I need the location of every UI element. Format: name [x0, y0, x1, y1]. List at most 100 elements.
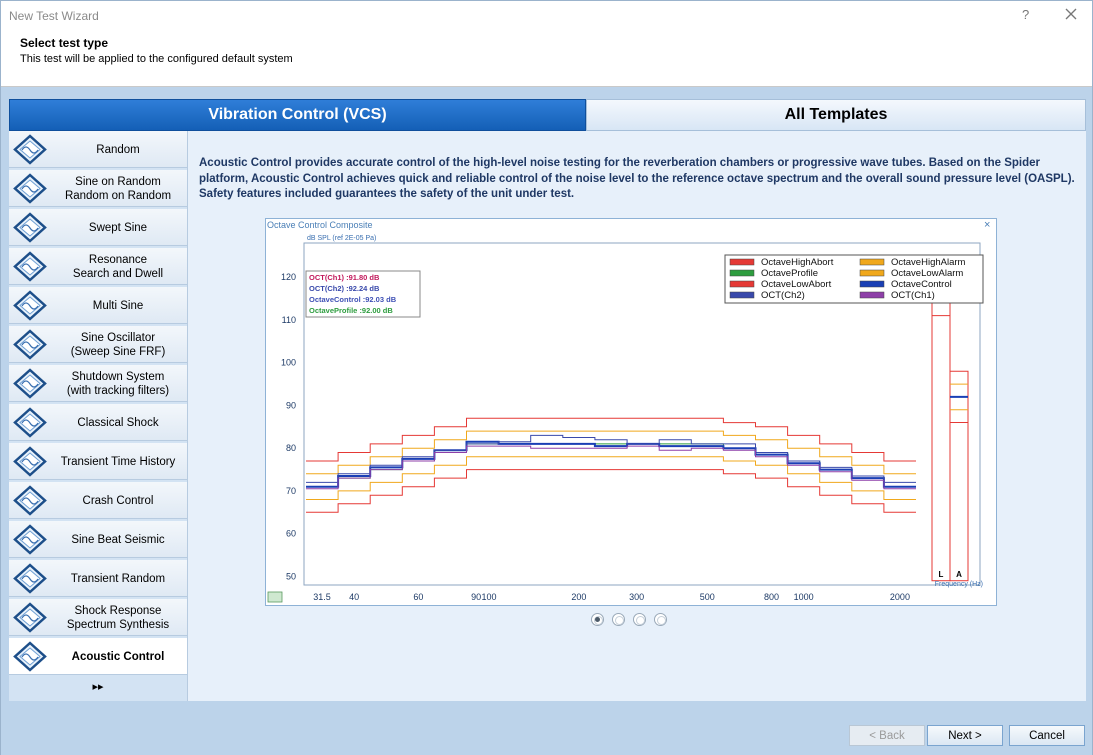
legend-label: OCT(Ch2) — [761, 290, 805, 301]
sidebar-item-label: Sine Beat Seismic — [71, 533, 165, 546]
sidebar-item-label: Shock Response Spectrum Synthesis — [66, 604, 170, 631]
sidebar-item-multi-sine[interactable]: Multi Sine — [9, 287, 187, 324]
test-type-icon — [13, 524, 47, 555]
readout-1: OCT(Ch1) :91.80 dB — [309, 273, 380, 282]
chart-corner-icon — [267, 591, 283, 603]
y-axis-label: dB SPL (ref 2E-05 Pa) — [307, 235, 376, 242]
legend-swatch — [729, 280, 755, 288]
tab-all-templates[interactable]: All Templates — [586, 99, 1086, 131]
readout-2: OCT(Ch2) :92.24 dB — [309, 284, 380, 293]
sidebar-item-label: Classical Shock — [77, 416, 159, 429]
x-tick-label: 90 — [471, 592, 481, 602]
sidebar-item-sine-oscillator[interactable]: Sine Oscillator (Sweep Sine FRF) — [9, 326, 187, 363]
header-title: Select test type — [20, 36, 109, 50]
sidebar-item-label: Transient Time History — [60, 455, 176, 468]
test-type-icon — [13, 407, 47, 438]
x-axis-label: Frequency (Hz) — [935, 581, 983, 588]
octave-chart: 5060708090100110120dB SPL (ref 2E-05 Pa)… — [267, 235, 984, 603]
cancel-button[interactable]: Cancel — [1009, 725, 1085, 746]
sidebar-item-transient-random[interactable]: Transient Random — [9, 560, 187, 597]
next-button[interactable]: Next > — [927, 725, 1003, 746]
test-type-icon — [13, 641, 47, 672]
legend-label: OctaveLowAlarm — [891, 268, 963, 279]
legend-label: OCT(Ch1) — [891, 290, 935, 301]
test-type-icon — [13, 134, 47, 165]
page-dot-2[interactable] — [612, 613, 625, 626]
sidebar-item-shutdown-system[interactable]: Shutdown System (with tracking filters) — [9, 365, 187, 402]
x-tick-label: 500 — [700, 592, 715, 602]
sidebar-item-classical-shock[interactable]: Classical Shock — [9, 404, 187, 441]
page-dot-3[interactable] — [633, 613, 646, 626]
legend-label: OctaveLowAbort — [761, 279, 832, 290]
legend-label: OctaveControl — [891, 279, 952, 290]
test-type-icon — [13, 329, 47, 360]
sidebar-item-sine-beat-seismic[interactable]: Sine Beat Seismic — [9, 521, 187, 558]
x-tick-label: 200 — [571, 592, 586, 602]
wizard-window: New Test Wizard ? Select test type This … — [0, 0, 1093, 755]
test-type-icon — [13, 212, 47, 243]
header-subtitle: This test will be applied to the configu… — [20, 53, 293, 65]
overall-l-label: L — [939, 570, 944, 579]
back-button[interactable]: < Back — [849, 725, 925, 746]
sidebar-item-transient-time-history[interactable]: Transient Time History — [9, 443, 187, 480]
sidebar-item-sine-on-random[interactable]: Sine on Random Random on Random — [9, 170, 187, 207]
legend-swatch — [859, 269, 885, 277]
legend-label: OctaveHighAlarm — [891, 257, 966, 268]
more-tests-button[interactable]: ▸▸ — [9, 674, 187, 701]
test-type-icon — [13, 602, 47, 633]
sidebar-item-label: Multi Sine — [92, 299, 144, 312]
close-icon[interactable] — [1061, 4, 1081, 24]
chart-panel-title: Octave Control Composite — [267, 220, 373, 230]
sidebar-item-shock-response-synthesis[interactable]: Shock Response Spectrum Synthesis — [9, 599, 187, 636]
sidebar-item-swept-sine[interactable]: Swept Sine — [9, 209, 187, 246]
tab-strip: Vibration Control (VCS) All Templates — [9, 99, 1086, 131]
wizard-body: Vibration Control (VCS) All Templates Ra… — [1, 87, 1092, 755]
help-button[interactable]: ? — [1022, 7, 1029, 22]
legend-swatch — [729, 291, 755, 299]
sidebar-item-random[interactable]: Random — [9, 131, 187, 168]
page-dot-4[interactable] — [654, 613, 667, 626]
test-description: Acoustic Control provides accurate contr… — [199, 157, 1075, 200]
x-tick-label: 300 — [629, 592, 644, 602]
y-tick-label: 80 — [286, 443, 296, 453]
y-tick-label: 100 — [281, 358, 296, 368]
y-tick-label: 70 — [286, 486, 296, 496]
chart-panel: Octave Control Composite × 50 60 70 80 90 100… — [265, 218, 997, 606]
test-type-icon — [13, 485, 47, 516]
test-type-icon — [13, 368, 47, 399]
sidebar-item-label: Shutdown System (with tracking filters) — [66, 370, 170, 397]
sidebar-item-label: Sine on Random Random on Random — [64, 175, 172, 202]
legend-label: OctaveHighAbort — [761, 257, 834, 268]
window-title: New Test Wizard — [9, 9, 99, 23]
sidebar-item-acoustic-control[interactable]: Acoustic Control — [9, 638, 187, 675]
sidebar-item-label: Random — [96, 143, 140, 156]
sidebar-item-label: Transient Random — [70, 572, 166, 585]
sidebar-item-label: Sine Oscillator (Sweep Sine FRF) — [70, 331, 166, 358]
legend-swatch — [859, 280, 885, 288]
y-tick-label: 120 — [281, 272, 296, 282]
test-type-icon — [13, 173, 47, 204]
legend-label: OctaveProfile — [761, 268, 818, 279]
wizard-footer: < Back Next > Cancel — [1, 701, 1092, 755]
legend-swatch — [729, 269, 755, 277]
sidebar-item-resonance-search[interactable]: Resonance Search and Dwell — [9, 248, 187, 285]
y-tick-label: 90 — [286, 400, 296, 410]
sidebar-item-label: Acoustic Control — [71, 650, 165, 663]
y-tick-label: 110 — [282, 315, 296, 325]
legend-swatch — [859, 291, 885, 299]
sidebar-item-label: Crash Control — [82, 494, 154, 507]
sidebar-item-label: Swept Sine — [88, 221, 148, 234]
page-dot-1[interactable] — [591, 613, 604, 626]
title-bar: New Test Wizard ? — [1, 1, 1092, 31]
sidebar-item-crash-control[interactable]: Crash Control — [9, 482, 187, 519]
page-indicator — [591, 613, 681, 627]
readout-3: OctaveControl :92.03 dB — [309, 295, 397, 304]
y-tick-label: 60 — [286, 529, 296, 539]
readout-4: OctaveProfile :92.00 dB — [309, 306, 393, 315]
sidebar-item-label: Resonance Search and Dwell — [72, 253, 164, 280]
tab-vibration-control[interactable]: Vibration Control (VCS) — [9, 99, 586, 131]
test-type-list: Random Sine on Random Random on Random Swe… — [9, 131, 187, 701]
test-type-icon — [13, 251, 47, 282]
test-description-panel: Acoustic Control provides accurate contr… — [187, 131, 1086, 701]
x-tick-label: 2000 — [890, 592, 910, 602]
